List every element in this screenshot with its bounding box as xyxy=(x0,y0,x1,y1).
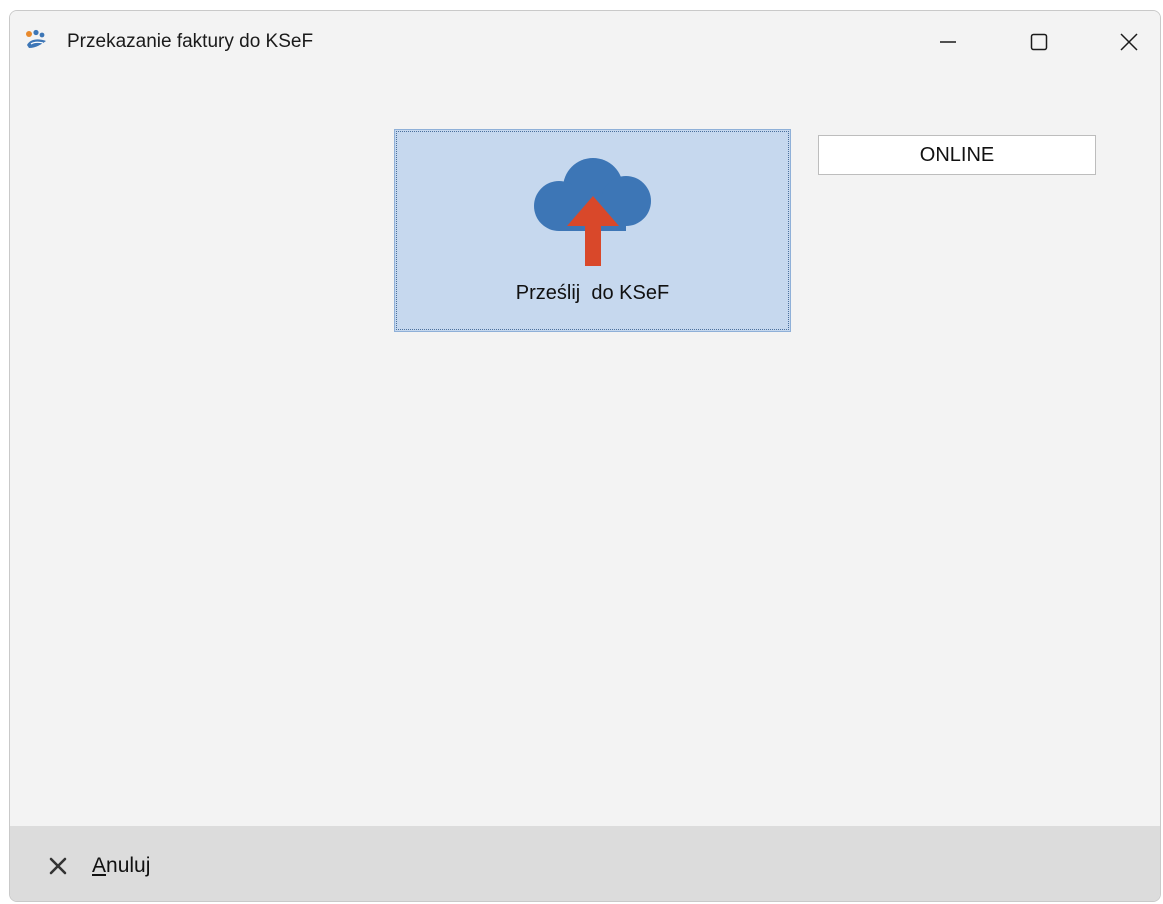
close-button[interactable] xyxy=(1106,11,1152,73)
cancel-label-rest: nuluj xyxy=(106,854,151,877)
cancel-label: Anuluj xyxy=(92,854,150,878)
maximize-icon xyxy=(1030,33,1048,51)
window-title: Przekazanie faktury do KSeF xyxy=(67,31,314,52)
close-icon xyxy=(1120,33,1138,51)
cancel-mnemonic: A xyxy=(92,854,107,877)
cancel-button[interactable]: Anuluj xyxy=(48,850,150,882)
minimize-button[interactable] xyxy=(925,11,971,73)
app-logo-icon xyxy=(26,29,46,48)
status-field: ONLINE xyxy=(818,135,1096,175)
minimize-icon xyxy=(940,41,956,43)
dialog-window: Przekazanie faktury do KSeF Prześlij do … xyxy=(9,10,1161,902)
send-button-label: Prześlij do KSeF xyxy=(515,282,670,304)
maximize-button[interactable] xyxy=(1016,11,1062,73)
send-to-ksef-button[interactable]: Prześlij do KSeF xyxy=(394,129,791,332)
cloud-upload-icon xyxy=(534,158,651,266)
title-bar[interactable]: Przekazanie faktury do KSeF xyxy=(10,11,1160,73)
x-icon xyxy=(49,857,67,875)
footer-bar: Anuluj xyxy=(10,826,1160,901)
